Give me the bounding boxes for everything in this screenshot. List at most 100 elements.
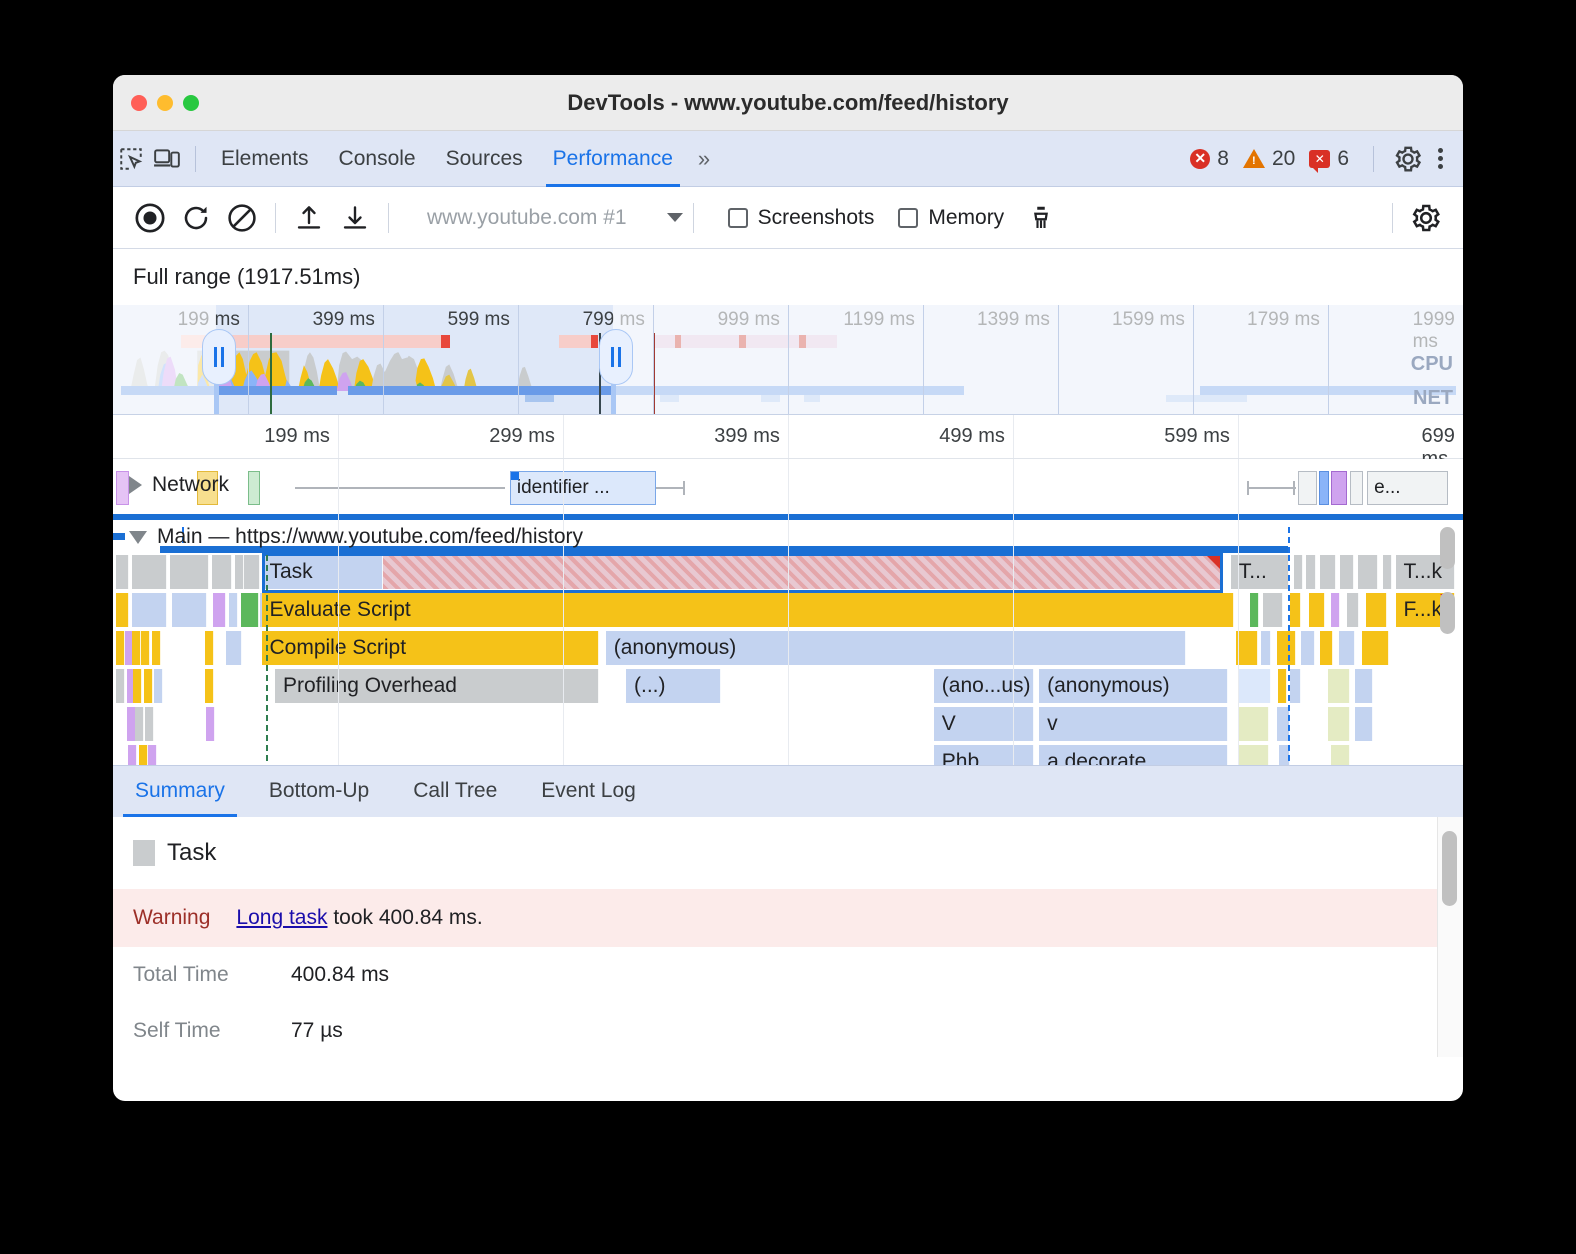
flame-bar-task-right-1[interactable]: T...: [1231, 555, 1289, 589]
tab-bottom-up[interactable]: Bottom-Up: [247, 765, 391, 817]
flame-bar-label: (ano...us): [942, 674, 1031, 697]
main-track-header[interactable]: Main — https://www.youtube.com/feed/hist…: [129, 525, 583, 549]
flame-bar-anonymous-2[interactable]: (anonymous): [1039, 669, 1228, 703]
flamechart-scrollbar-thumb-bottom[interactable]: [1440, 592, 1455, 634]
flame-blue-dashed-line: [1288, 555, 1290, 765]
main-track-label: Main — https://www.youtube.com/feed/hist…: [157, 525, 583, 549]
warning-label: Warning: [133, 906, 210, 930]
network-whisker: [656, 487, 686, 489]
minimize-window-button[interactable]: [157, 95, 173, 111]
screenshots-checkbox[interactable]: Screenshots: [728, 206, 875, 230]
triangle-right-icon[interactable]: [129, 476, 142, 494]
summary-total-time-row: Total Time 400.84 ms: [113, 947, 1463, 1003]
flame-bar-Phb[interactable]: Phb: [934, 745, 1034, 765]
summary-scrollbar-thumb[interactable]: [1442, 831, 1457, 906]
record-icon[interactable]: [127, 195, 173, 241]
tab-console[interactable]: Console: [324, 131, 431, 187]
flame-bar-v[interactable]: v: [1039, 707, 1228, 741]
flame-bar-profiling-overhead[interactable]: Profiling Overhead: [275, 669, 599, 703]
tab-event-log[interactable]: Event Log: [519, 765, 658, 817]
error-count: 8: [1217, 147, 1229, 171]
network-whisker: [1247, 487, 1296, 489]
close-window-button[interactable]: [131, 95, 147, 111]
tab-elements[interactable]: Elements: [206, 131, 324, 187]
tab-performance[interactable]: Performance: [538, 131, 688, 187]
warning-icon: [1243, 149, 1265, 168]
summary-pane: Task Warning Long task took 400.84 ms. T…: [113, 817, 1463, 1057]
overview-selection-handle-right[interactable]: [599, 329, 633, 385]
flamechart-scrollbar-thumb-top[interactable]: [1440, 527, 1455, 569]
network-whisker-end: [683, 481, 685, 495]
warning-message-rest: took 400.84 ms.: [328, 906, 483, 929]
overview-tick-label: 399 ms: [313, 309, 375, 331]
reload-record-icon[interactable]: [173, 195, 219, 241]
overview-gridline: [923, 305, 924, 414]
network-request-cap: [511, 472, 519, 480]
tab-summary[interactable]: Summary: [113, 765, 247, 817]
network-request-bar[interactable]: identifier ...: [510, 471, 656, 505]
network-request-bar[interactable]: e...: [1367, 471, 1448, 505]
chevron-down-icon: [667, 213, 683, 222]
network-whisker-end: [1293, 481, 1295, 495]
save-profile-icon[interactable]: [332, 195, 378, 241]
tab-sources[interactable]: Sources: [431, 131, 538, 187]
flame-bar-anonymous-1[interactable]: (anonymous): [606, 631, 1187, 665]
flamechart-gridline: [1013, 415, 1014, 458]
network-track-header[interactable]: Network: [129, 473, 229, 497]
flame-bar-compile-script[interactable]: Compile Script: [262, 631, 600, 665]
warning-counter[interactable]: 20: [1243, 147, 1303, 171]
flame-bar-evaluate-script[interactable]: Evaluate Script: [262, 593, 1234, 627]
error-counter[interactable]: ✕ 8: [1190, 147, 1237, 171]
flame-bar-anonymous-trunc[interactable]: (ano...us): [934, 669, 1034, 703]
main-track-blue-marker: [1288, 527, 1290, 553]
flamechart-tick-label: 499 ms: [939, 425, 1005, 448]
window-traffic-lights: [131, 95, 199, 111]
inspect-element-icon[interactable]: [113, 144, 149, 174]
memory-label: Memory: [928, 206, 1004, 230]
overview-dim-left: [113, 305, 216, 414]
tab-call-tree[interactable]: Call Tree: [391, 765, 519, 817]
flame-bar-label: V: [942, 712, 956, 735]
summary-self-time-row: Self Time 77 µs: [113, 1003, 1463, 1059]
total-time-value: 400.84 ms: [291, 963, 389, 987]
capture-settings-icon[interactable]: [1403, 195, 1449, 241]
flamechart-gridline: [1238, 459, 1239, 517]
maximize-window-button[interactable]: [183, 95, 199, 111]
event-color-swatch: [133, 840, 155, 866]
overview-gridline: [383, 305, 384, 414]
flamechart-gridline: [338, 415, 339, 458]
gear-icon[interactable]: [1390, 144, 1426, 174]
collect-garbage-icon[interactable]: [1018, 195, 1064, 241]
overview-selection-handle-left[interactable]: [202, 329, 236, 385]
timeline-overview[interactable]: 199 ms399 ms599 ms799 ms999 ms1199 ms139…: [113, 305, 1463, 415]
kebab-menu-icon[interactable]: [1432, 148, 1457, 169]
dom-content-loaded-dashed-line: [266, 555, 268, 765]
violation-counter[interactable]: ✕ 6: [1309, 147, 1357, 171]
profile-target-select[interactable]: www.youtube.com #1: [427, 206, 683, 230]
device-toolbar-icon[interactable]: [149, 144, 185, 174]
overview-gridline: [518, 305, 519, 414]
issue-counters: ✕ 8 20 ✕ 6: [1190, 144, 1463, 174]
performance-toolbar: www.youtube.com #1 Screenshots Memory: [113, 187, 1463, 249]
summary-title-row: Task: [113, 817, 1463, 867]
flame-bar-a-decorate[interactable]: a.decorate: [1039, 745, 1228, 765]
flame-bar-V[interactable]: V: [934, 707, 1034, 741]
clear-icon[interactable]: [219, 195, 265, 241]
more-tabs-icon[interactable]: »: [688, 146, 720, 172]
error-icon: ✕: [1190, 149, 1210, 169]
flame-bar-ellipsis[interactable]: (...): [626, 669, 721, 703]
triangle-down-icon[interactable]: [129, 531, 147, 544]
flamechart-gridline: [788, 517, 789, 765]
network-track[interactable]: identifier ... e... Network: [113, 459, 1463, 517]
load-profile-icon[interactable]: [286, 195, 332, 241]
summary-event-name: Task: [167, 839, 216, 867]
flame-bar-task[interactable]: Task: [262, 555, 384, 589]
memory-checkbox[interactable]: Memory: [898, 206, 1004, 230]
main-thread-track[interactable]: Main — https://www.youtube.com/feed/hist…: [113, 517, 1463, 765]
overview-gridline: [788, 305, 789, 414]
long-task-link[interactable]: Long task: [236, 906, 327, 929]
dom-content-loaded-marker: [270, 333, 272, 414]
toolbar-divider: [1392, 203, 1393, 233]
overview-gridline: [1193, 305, 1194, 414]
flame-bar-label: Evaluate Script: [270, 598, 411, 621]
